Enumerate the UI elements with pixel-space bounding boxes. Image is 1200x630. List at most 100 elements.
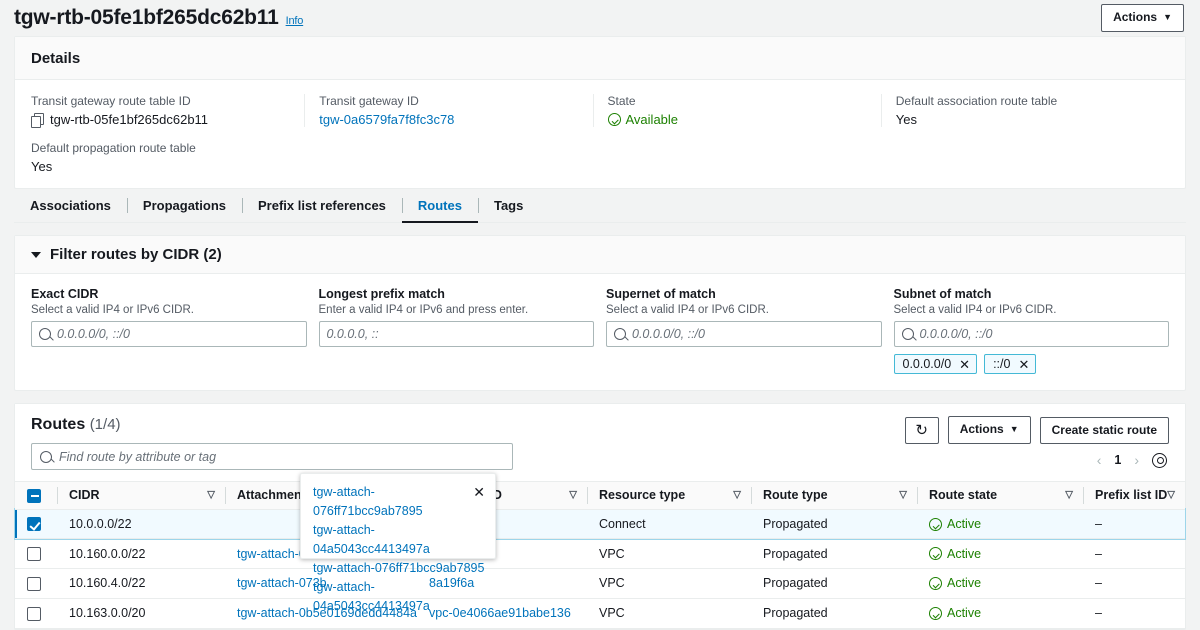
sort-icon[interactable]: ▽ [1167, 490, 1175, 501]
filter-token[interactable]: ::/0 ✕ [984, 354, 1036, 374]
pagination-next[interactable]: › [1134, 452, 1139, 468]
tab-prefix-list-references[interactable]: Prefix list references [242, 189, 402, 223]
cell-route-state: Active [917, 569, 1083, 599]
cell-route-type: Propagated [751, 509, 917, 539]
detail-label: Transit gateway route table ID [31, 94, 290, 108]
pagination-prev[interactable]: ‹ [1097, 452, 1102, 468]
page-title: tgw-rtb-05fe1bf265dc62b11 Info [14, 6, 303, 30]
exact-cidr-input[interactable]: 0.0.0.0/0, ::/0 [31, 321, 307, 347]
detail-label: Transit gateway ID [319, 94, 578, 108]
column-header-prefix-list-id[interactable]: Prefix list ID ▽ [1083, 482, 1185, 510]
tab-associations[interactable]: Associations [14, 189, 127, 223]
cell-resource-type: VPC [587, 569, 751, 599]
filter-panel-header[interactable]: Filter routes by CIDR (2) [15, 236, 1185, 274]
table-row[interactable]: 10.0.0.0/22 4 Attachments Connect Propag… [15, 509, 1185, 539]
table-row[interactable]: 10.163.0.0/20 tgw-attach-0b5e0169dedd448… [15, 598, 1185, 628]
chevron-down-icon [31, 252, 41, 258]
column-header-cidr[interactable]: CIDR ▽ [57, 482, 225, 510]
close-icon[interactable]: ✕ [473, 483, 485, 502]
subnet-of-match-input[interactable]: 0.0.0.0/0, ::/0 [894, 321, 1170, 347]
sort-icon[interactable]: ▽ [569, 490, 577, 501]
column-label: Route state [929, 488, 997, 502]
status-text: Active [947, 517, 981, 531]
column-header-resource-type[interactable]: Resource type ▽ [587, 482, 751, 510]
create-static-route-button[interactable]: Create static route [1040, 417, 1169, 444]
row-checkbox[interactable] [27, 577, 41, 591]
header-actions-button[interactable]: Actions ▼ [1101, 4, 1184, 32]
details-row-2: Default propagation route table Yes [31, 141, 1169, 174]
detail-value: tgw-rtb-05fe1bf265dc62b11 [31, 112, 290, 127]
filter-longest-prefix-match: Longest prefix match Enter a valid IP4 o… [319, 287, 595, 374]
tab-propagations[interactable]: Propagations [127, 189, 242, 223]
chevron-down-icon: ▼ [1010, 424, 1019, 434]
transit-gateway-id-link[interactable]: tgw-0a6579fa7f8fc3c78 [319, 112, 454, 127]
sort-icon[interactable]: ▽ [733, 490, 741, 501]
routes-table-container: CIDR ▽ Attachment ID ▽ Resource ID ▽ Res… [15, 481, 1185, 629]
popover-attachment-link[interactable]: tgw-attach-076ff71bcc9ab7895 [313, 559, 484, 578]
status-text: Active [947, 606, 981, 620]
cell-route-type: Propagated [751, 569, 917, 599]
pagination: ‹ 1 › [1097, 452, 1169, 468]
routes-table: CIDR ▽ Attachment ID ▽ Resource ID ▽ Res… [15, 481, 1185, 629]
gear-icon[interactable] [1152, 453, 1167, 468]
cell-route-type: Propagated [751, 539, 917, 569]
row-checkbox[interactable] [27, 547, 41, 561]
popover-attachment-link[interactable]: tgw-attach-04a5043cc4413497a [313, 521, 485, 559]
check-circle-icon [608, 113, 621, 126]
routes-title: Routes (1/4) [31, 416, 513, 434]
copy-icon[interactable] [31, 113, 43, 126]
info-link[interactable]: Info [286, 15, 304, 27]
routes-search-input[interactable]: Find route by attribute or tag [31, 443, 513, 470]
table-row[interactable]: 10.160.0.0/22 tgw-attach-0ff1a 2014a60 V… [15, 539, 1185, 569]
status-badge: Available [608, 112, 679, 127]
table-header-row: CIDR ▽ Attachment ID ▽ Resource ID ▽ Res… [15, 482, 1185, 510]
longest-prefix-match-input[interactable]: 0.0.0.0, :: [319, 321, 595, 347]
cell-prefix-list-id: – [1083, 509, 1185, 539]
routes-panel-header: Routes (1/4) Find route by attribute or … [15, 404, 1185, 481]
routes-header-right: ↻ Actions▼ Create static route ‹ 1 › [905, 416, 1169, 468]
header-actions-label: Actions [1113, 10, 1157, 24]
row-select-cell [15, 598, 57, 628]
filter-token[interactable]: 0.0.0.0/0 ✕ [894, 354, 978, 374]
column-header-route-state[interactable]: Route state ▽ [917, 482, 1083, 510]
popover-item: tgw-attach-076ff71bcc9ab7895 [313, 559, 485, 578]
column-label: Route type [763, 488, 828, 502]
sort-icon[interactable]: ▽ [1065, 490, 1073, 501]
select-all-checkbox[interactable] [27, 489, 41, 503]
popover-attachment-link[interactable]: tgw-attach-076ff71bcc9ab7895 [313, 483, 467, 521]
supernet-of-match-input[interactable]: 0.0.0.0/0, ::/0 [606, 321, 882, 347]
tab-tags[interactable]: Tags [478, 189, 539, 223]
pagination-page-1[interactable]: 1 [1114, 453, 1121, 467]
cell-route-state: Active [917, 539, 1083, 569]
check-circle-icon [929, 577, 942, 590]
table-row[interactable]: 10.160.4.0/22 tgw-attach-073b 8a19f6a VP… [15, 569, 1185, 599]
sort-icon[interactable]: ▽ [207, 490, 215, 501]
chevron-down-icon: ▼ [1163, 12, 1172, 22]
detail-value: Available [608, 112, 867, 127]
row-select-cell [15, 539, 57, 569]
filter-label: Exact CIDR [31, 287, 307, 301]
column-header-route-type[interactable]: Route type ▽ [751, 482, 917, 510]
detail-field-route-table-id: Transit gateway route table ID tgw-rtb-0… [31, 94, 304, 127]
close-icon[interactable]: ✕ [959, 358, 970, 371]
input-placeholder: 0.0.0.0/0, ::/0 [920, 327, 993, 341]
cell-cidr: 10.160.0.0/22 [57, 539, 225, 569]
status-text: Active [947, 547, 981, 561]
detail-value-text: tgw-rtb-05fe1bf265dc62b11 [50, 112, 208, 127]
popover-attachment-link[interactable]: tgw-attach-04a5043cc4413497a [313, 578, 485, 616]
refresh-button[interactable]: ↻ [905, 417, 939, 444]
details-row-1: Transit gateway route table ID tgw-rtb-0… [31, 94, 1169, 127]
close-icon[interactable]: ✕ [1018, 358, 1029, 371]
detail-value: tgw-0a6579fa7f8fc3c78 [319, 112, 578, 127]
sort-icon[interactable]: ▽ [899, 490, 907, 501]
row-checkbox[interactable] [27, 517, 41, 531]
tab-bar-wrapper: Associations Propagations Prefix list re… [14, 189, 1186, 223]
cell-route-type: Propagated [751, 598, 917, 628]
routes-actions-button[interactable]: Actions▼ [948, 416, 1031, 444]
page-title-text: tgw-rtb-05fe1bf265dc62b11 [14, 6, 279, 29]
popover-item: tgw-attach-04a5043cc4413497a [313, 578, 485, 616]
input-placeholder: 0.0.0.0/0, ::/0 [57, 327, 130, 341]
tab-routes[interactable]: Routes [402, 189, 478, 223]
row-checkbox[interactable] [27, 607, 41, 621]
routes-header-left: Routes (1/4) Find route by attribute or … [31, 416, 513, 470]
